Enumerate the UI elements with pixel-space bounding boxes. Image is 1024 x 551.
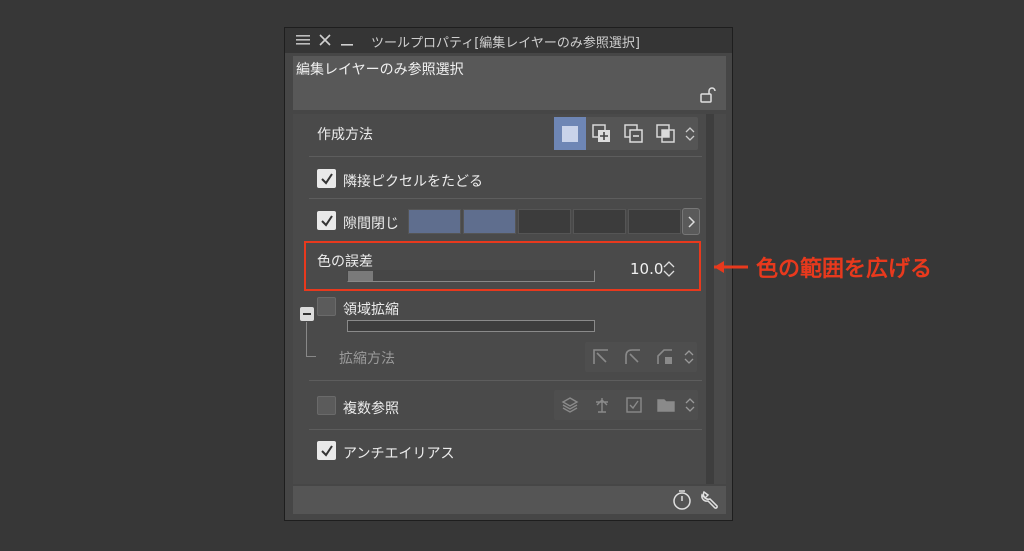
arrow-left-icon: [714, 261, 748, 273]
tree-connector: [306, 322, 307, 356]
area-scaling-slider[interactable]: [347, 320, 595, 332]
close-icon[interactable]: [317, 32, 333, 48]
gap-close-label: 隙間閉じ: [343, 216, 399, 232]
gap-close-checkbox[interactable]: [317, 211, 336, 230]
area-scaling-checkbox[interactable]: [317, 297, 336, 316]
antialias-checkbox[interactable]: [317, 441, 336, 460]
divider: [309, 198, 702, 199]
annotation: 色の範囲を広げる: [712, 251, 932, 283]
scale-diagonal-corner-icon[interactable]: [649, 342, 681, 372]
hamburger-icon[interactable]: [295, 32, 311, 48]
gap-close-level-4[interactable]: [573, 209, 626, 234]
panel-footer: [293, 486, 726, 514]
reference-layer-icon[interactable]: [586, 390, 618, 420]
updown-chevron-icon[interactable]: [682, 117, 698, 150]
multi-reference-buttons: [554, 390, 698, 420]
creation-method-label: 作成方法: [317, 127, 373, 143]
minimize-icon[interactable]: [339, 32, 355, 48]
creation-method-buttons: [554, 117, 698, 150]
area-scaling-label: 領域拡縮: [343, 302, 399, 318]
chevron-right-icon[interactable]: [682, 208, 700, 235]
tool-name: 編集レイヤーのみ参照選択: [296, 62, 464, 78]
gap-close-level-1[interactable]: [408, 209, 461, 234]
antialias-label: アンチエイリアス: [343, 446, 455, 462]
intersect-selection-icon[interactable]: [650, 117, 682, 150]
gap-close-level-2[interactable]: [463, 209, 516, 234]
trace-adjacent-checkbox[interactable]: [317, 169, 336, 188]
panel-title: ツールプロパティ[編集レイヤーのみ参照選択]: [371, 36, 640, 51]
add-selection-icon[interactable]: [586, 117, 618, 150]
color-tolerance-highlight: [304, 241, 701, 291]
tool-name-header: 編集レイヤーのみ参照選択: [293, 56, 726, 110]
folder-icon[interactable]: [650, 390, 682, 420]
panel-titlebar: ツールプロパティ[編集レイヤーのみ参照選択]: [285, 28, 732, 53]
multi-reference-label: 複数参照: [343, 401, 399, 417]
trace-adjacent-label: 隣接ピクセルをたどる: [343, 174, 483, 190]
scrollbar[interactable]: [706, 114, 714, 484]
annotation-text: 色の範囲を広げる: [756, 257, 933, 282]
tree-connector: [306, 356, 316, 357]
scaling-method-label: 拡縮方法: [339, 351, 395, 367]
selected-layers-icon[interactable]: [618, 390, 650, 420]
divider: [309, 156, 702, 157]
divider: [309, 380, 702, 381]
updown-chevron-icon[interactable]: [682, 390, 698, 420]
collapse-icon[interactable]: [300, 307, 314, 321]
timer-icon[interactable]: [671, 489, 693, 515]
new-selection-icon[interactable]: [554, 117, 586, 150]
scale-square-corner-icon[interactable]: [585, 342, 617, 372]
scale-round-corner-icon[interactable]: [617, 342, 649, 372]
layers-icon[interactable]: [554, 390, 586, 420]
unlock-icon[interactable]: [700, 87, 716, 107]
gap-close-level-3[interactable]: [518, 209, 571, 234]
wrench-icon[interactable]: [699, 489, 721, 515]
divider: [309, 429, 702, 430]
multi-reference-checkbox[interactable]: [317, 396, 336, 415]
updown-chevron-icon[interactable]: [681, 342, 697, 372]
subtract-selection-icon[interactable]: [618, 117, 650, 150]
scaling-method-buttons: [585, 342, 697, 372]
gap-close-level-5[interactable]: [628, 209, 681, 234]
